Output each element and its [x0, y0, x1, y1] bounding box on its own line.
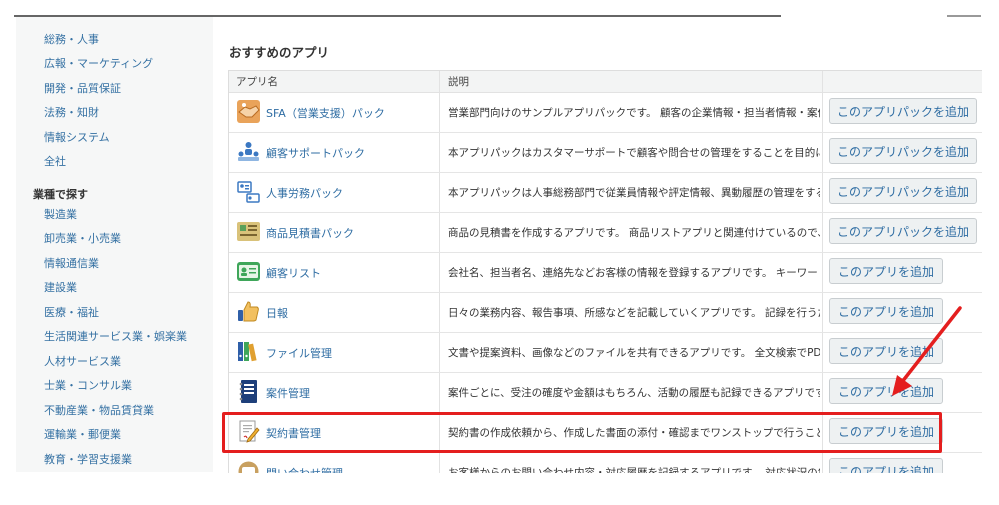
sidebar-link-industry[interactable]: 医療・福祉: [44, 304, 99, 320]
notebook-icon: [236, 379, 261, 404]
add-app-pack-button[interactable]: このアプリパックを追加: [829, 138, 977, 164]
table-header: アプリ名 説明: [229, 71, 982, 93]
table-row: 商品見積書パック 商品の見積書を作成するアプリです。 商品リストアプリと関連付け…: [229, 212, 982, 253]
app-name-link[interactable]: 案件管理: [266, 385, 310, 401]
sidebar-link-industry[interactable]: 建設業: [44, 279, 77, 295]
sidebar-link-industry[interactable]: 教育・学習支援業: [44, 451, 132, 467]
app-name-link[interactable]: 顧客リスト: [266, 265, 321, 281]
add-app-pack-button[interactable]: このアプリパックを追加: [829, 178, 977, 204]
table-row: 人事労務パック 本アプリパックは人事総務部門で従業員情報や評定情報、異動履歴の管…: [229, 172, 982, 213]
sidebar-link-marketing[interactable]: 広報・マーケティング: [44, 55, 153, 71]
add-app-pack-button[interactable]: このアプリパックを追加: [829, 218, 977, 244]
thumbs-up-icon: [236, 299, 261, 324]
app-name-link[interactable]: ファイル管理: [266, 345, 332, 361]
sidebar-link-industry[interactable]: 不動産業・物品賃貸業: [44, 402, 154, 418]
section-title: おすすめのアプリ: [229, 45, 330, 60]
support-people-icon: [236, 139, 261, 164]
sidebar-link-industry[interactable]: 運輸業・郵便業: [44, 426, 121, 442]
app-description: お客様からのお問い合わせ内容・対応履歴を記録するアプリです。 対応状況の集…: [448, 467, 820, 473]
sidebar-link-it[interactable]: 情報システム: [44, 129, 110, 145]
inquiry-icon: [236, 459, 261, 473]
sidebar-link-legal[interactable]: 法務・知財: [44, 104, 99, 120]
contact-card-icon: [236, 259, 261, 284]
table-row: SFA（営業支援）パック 営業部門向けのサンプルアプリパックです。 顧客の企業情…: [229, 92, 982, 133]
sidebar-link-industry[interactable]: 生活関連サービス業・娯楽業: [44, 328, 187, 344]
sidebar-link-industry[interactable]: 士業・コンサル業: [44, 377, 132, 393]
app-description: 案件ごとに、受注の確度や金額はもちろん、活動の履歴も記録できるアプリです…: [448, 387, 820, 399]
app-name-link[interactable]: 人事労務パック: [266, 185, 343, 201]
estimate-document-icon: [236, 219, 261, 244]
column-header-name: アプリ名: [236, 76, 278, 88]
add-app-button[interactable]: このアプリを追加: [829, 298, 943, 324]
hr-id-card-icon: [236, 179, 261, 204]
app-description: 本アプリパックはカスタマーサポートで顧客や問合せの管理をすることを目的に…: [448, 147, 820, 159]
app-description: 商品の見積書を作成するアプリです。 商品リストアプリと関連付けているので、…: [448, 227, 820, 239]
column-header-description: 説明: [448, 76, 469, 88]
table-row: 問い合わせ管理 お客様からのお問い合わせ内容・対応履歴を記録するアプリです。 対…: [229, 452, 982, 473]
app-description: 営業部門向けのサンプルアプリパックです。 顧客の企業情報・担当者情報・案件…: [448, 107, 820, 119]
table-row: 案件管理 案件ごとに、受注の確度や金額はもちろん、活動の履歴も記録できるアプリで…: [229, 372, 982, 413]
table-row: 日報 日々の業務内容、報告事項、所感などを記載していくアプリです。 記録を行うだ…: [229, 292, 982, 333]
handshake-icon: [236, 99, 261, 124]
app-description: 会社名、担当者名、連絡先などお客様の情報を登録するアプリです。 キーワード…: [448, 267, 820, 279]
sidebar-link-industry[interactable]: 卸売業・小売業: [44, 230, 121, 246]
add-app-pack-button[interactable]: このアプリパックを追加: [829, 98, 977, 124]
app-name-link[interactable]: 問い合わせ管理: [266, 465, 343, 473]
app-description: 日々の業務内容、報告事項、所感などを記載していくアプリです。 記録を行うだ…: [448, 307, 820, 319]
app-name-link[interactable]: 顧客サポートパック: [266, 145, 365, 161]
sidebar-link-industry[interactable]: 製造業: [44, 206, 77, 222]
add-app-button[interactable]: このアプリを追加: [829, 338, 943, 364]
sidebar-link-company[interactable]: 全社: [44, 153, 66, 169]
add-app-button[interactable]: このアプリを追加: [829, 458, 943, 473]
table-row: 顧客リスト 会社名、担当者名、連絡先などお客様の情報を登録するアプリです。 キー…: [229, 252, 982, 293]
add-app-button[interactable]: このアプリを追加: [829, 378, 943, 404]
sidebar-heading-industry: 業種で探す: [33, 188, 88, 201]
app-description: 文書や提案資料、画像などのファイルを共有できるアプリです。 全文検索でPDF…: [448, 347, 820, 359]
app-description: 本アプリパックは人事総務部門で従業員情報や評定情報、異動履歴の管理をする…: [448, 187, 820, 199]
table-row: ファイル管理 文書や提案資料、画像などのファイルを共有できるアプリです。 全文検…: [229, 332, 982, 373]
sidebar-link-general-affairs[interactable]: 総務・人事: [44, 31, 99, 47]
add-app-button[interactable]: このアプリを追加: [829, 258, 943, 284]
app-name-link[interactable]: SFA（営業支援）パック: [266, 105, 385, 121]
table-row: 顧客サポートパック 本アプリパックはカスタマーサポートで顧客や問合せの管理をする…: [229, 132, 982, 173]
app-name-link[interactable]: 商品見積書パック: [266, 225, 354, 241]
sidebar: 総務・人事 広報・マーケティング 開発・品質保証 法務・知財 情報システム 全社…: [16, 17, 213, 472]
sidebar-link-industry[interactable]: 人材サービス業: [44, 353, 121, 369]
top-divider-right: [947, 15, 981, 17]
sidebar-link-industry[interactable]: 情報通信業: [44, 255, 99, 271]
app-name-link[interactable]: 日報: [266, 305, 288, 321]
binders-icon: [236, 339, 261, 364]
sidebar-link-development[interactable]: 開発・品質保証: [44, 80, 121, 96]
highlight-box: [222, 412, 942, 453]
